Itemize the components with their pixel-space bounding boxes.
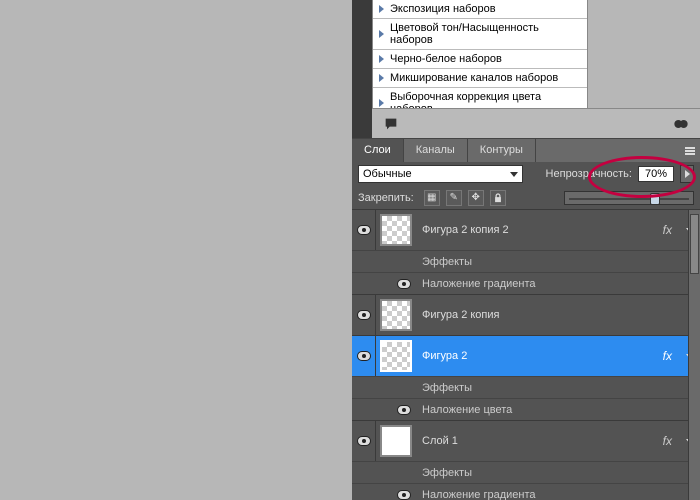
tab-paths[interactable]: Контуры (468, 139, 536, 162)
layer-effect-row[interactable]: Эффекты (352, 461, 700, 483)
lock-all-button[interactable] (490, 190, 506, 206)
visibility-toggle[interactable] (352, 336, 376, 376)
preset-label: Черно-белое наборов (390, 53, 502, 65)
effect-label: Эффекты (416, 467, 472, 479)
fx-indicator[interactable]: fx (663, 434, 680, 448)
layer-name[interactable]: Фигура 2 копия (416, 309, 700, 321)
preset-label: Экспозиция наборов (390, 3, 496, 15)
opacity-flyout-button[interactable] (680, 165, 694, 183)
layer-name[interactable]: Фигура 2 (416, 350, 663, 362)
tab-channels[interactable]: Каналы (404, 139, 468, 162)
layer-effect-row[interactable]: Наложение градиента (352, 483, 700, 500)
layer-thumbnail[interactable] (380, 214, 412, 246)
layer-thumbnail-col (376, 336, 416, 376)
layer-thumbnail-col (376, 210, 416, 250)
fx-indicator[interactable]: fx (663, 349, 680, 363)
eye-icon (357, 351, 371, 361)
preset-channel-mixer[interactable]: Микширование каналов наборов (373, 68, 587, 87)
lock-icon (493, 193, 503, 203)
layer-thumbnail-col (376, 295, 416, 335)
blend-opacity-row: Обычные Непрозрачность: 70% (352, 162, 700, 186)
effect-visibility-toggle[interactable] (392, 273, 416, 294)
panel-tabs: Слои Каналы Контуры (352, 138, 700, 162)
menu-icon (685, 147, 695, 155)
tab-layers[interactable]: Слои (352, 139, 404, 162)
layer-thumbnail-col (376, 421, 416, 461)
layer-effect-row[interactable]: Эффекты (352, 250, 700, 272)
effect-visibility-toggle[interactable] (392, 399, 416, 420)
chevron-right-icon (379, 99, 384, 107)
effect-label: Наложение градиента (416, 489, 536, 500)
scrollbar-thumb[interactable] (690, 214, 699, 274)
fx-indicator[interactable]: fx (663, 223, 680, 237)
slider-thumb[interactable] (650, 193, 660, 205)
layer-row[interactable]: Фигура 2fx Эффекты Наложение цвета (352, 336, 700, 421)
eye-icon (397, 490, 411, 500)
preset-label: Цветовой тон/Насыщенность наборов (390, 22, 581, 46)
scrollbar-vertical[interactable] (688, 210, 700, 500)
clip-to-layer-icon[interactable] (672, 116, 690, 132)
layer-row[interactable]: Фигура 2 копия 2fx Эффекты Наложение гради… (352, 210, 700, 295)
eye-icon (397, 405, 411, 415)
lock-fill-row: Закрепить: ▦ ✎ ✥ (352, 186, 700, 210)
eye-icon (357, 225, 371, 235)
layer-name[interactable]: Слой 1 (416, 435, 663, 447)
chevron-right-icon (379, 55, 384, 63)
adjustments-options-bar (372, 108, 700, 138)
blend-mode-value: Обычные (363, 168, 412, 180)
chevron-right-icon (379, 74, 384, 82)
fill-slider[interactable] (564, 191, 694, 205)
eye-icon (397, 279, 411, 289)
preset-hue-saturation[interactable]: Цветовой тон/Насыщенность наборов (373, 18, 587, 49)
layer-effect-row[interactable]: Наложение градиента (352, 272, 700, 294)
blend-mode-select[interactable]: Обычные (358, 165, 523, 183)
panel-menu-button[interactable] (680, 139, 700, 162)
slider-track (569, 198, 689, 200)
layer-name[interactable]: Фигура 2 копия 2 (416, 224, 663, 236)
adjustment-presets-panel: Экспозиция наборов Цветовой тон/Насыщенн… (372, 0, 588, 119)
lock-label: Закрепить: (358, 192, 414, 204)
visibility-toggle[interactable] (352, 295, 376, 335)
visibility-toggle[interactable] (352, 210, 376, 250)
layer-effect-row[interactable]: Наложение цвета (352, 398, 700, 420)
effect-label: Эффекты (416, 382, 472, 394)
eye-icon (357, 310, 371, 320)
preset-label: Микширование каналов наборов (390, 72, 558, 84)
layer-effect-row[interactable]: Эффекты (352, 376, 700, 398)
effect-visibility-toggle[interactable] (392, 251, 416, 272)
lock-pixels-button[interactable]: ✎ (446, 190, 462, 206)
layer-row[interactable]: Фигура 2 копия (352, 295, 700, 336)
preset-exposure[interactable]: Экспозиция наборов (373, 0, 587, 18)
effect-label: Наложение градиента (416, 278, 536, 290)
preset-black-white[interactable]: Черно-белое наборов (373, 49, 587, 68)
visibility-toggle[interactable] (352, 421, 376, 461)
effect-label: Наложение цвета (416, 404, 512, 416)
effect-visibility-toggle[interactable] (392, 484, 416, 500)
layer-thumbnail[interactable] (380, 425, 412, 457)
chevron-right-icon (379, 5, 384, 13)
lock-position-button[interactable]: ✥ (468, 190, 484, 206)
effect-visibility-toggle[interactable] (392, 462, 416, 483)
return-to-adjustment-icon[interactable] (382, 116, 400, 132)
lock-transparent-button[interactable]: ▦ (424, 190, 440, 206)
opacity-label: Непрозрачность: (546, 168, 632, 180)
chevron-right-icon (379, 30, 384, 38)
layer-row[interactable]: Слой 1fx Эффекты Наложение градиента (352, 421, 700, 500)
eye-icon (357, 436, 371, 446)
chevron-right-icon (685, 170, 690, 178)
layer-thumbnail[interactable] (380, 340, 412, 372)
effect-visibility-toggle[interactable] (392, 377, 416, 398)
effect-label: Эффекты (416, 256, 472, 268)
opacity-value[interactable]: 70% (638, 166, 674, 182)
layers-list: Фигура 2 копия 2fxЭффектыНаложение гради… (352, 210, 700, 500)
layer-thumbnail[interactable] (380, 299, 412, 331)
chevron-down-icon (510, 172, 518, 177)
